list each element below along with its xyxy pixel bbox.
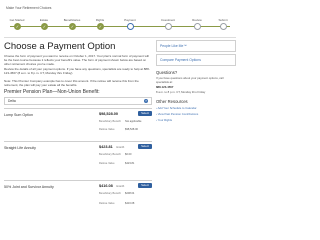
intro-text: Choose the form of payment you want to r…	[4, 54, 149, 66]
pending-step-icon	[193, 23, 201, 30]
check-icon: ✓	[40, 23, 48, 30]
payment-option-joint-survivor: 50% Joint and Survivor Annuity $416.08 /…	[4, 180, 152, 220]
compare-options-box: Compare Payment Options	[156, 54, 236, 66]
option-row-label: Retiree Value	[99, 162, 115, 165]
option-row-value: $416.08	[125, 202, 135, 205]
step-get-started[interactable]: Get Started ✓	[4, 11, 30, 30]
option-row-label: Retiree Value	[99, 202, 115, 205]
current-step-icon	[126, 23, 134, 30]
option-row-value: $208.04	[125, 192, 135, 195]
payment-option-straight-life: Straight Life Annuity $423.81 /month Sel…	[4, 141, 152, 177]
step-estate[interactable]: Estate ✓	[31, 11, 57, 30]
option-amount: $423.81	[99, 145, 113, 149]
people-like-me-link[interactable]: People Like Me™	[160, 44, 232, 48]
option-row-label: Retiree Value	[99, 128, 115, 131]
resource-link[interactable]: Your Rights	[156, 118, 236, 122]
option-row-value: $423.81	[125, 162, 135, 165]
sidebar: People Like Me™ Compare Payment Options …	[156, 40, 236, 122]
page-title: Choose a Payment Option	[4, 41, 116, 52]
benefit-heading: Premier Pension Plan—Non-Union Benefit:	[4, 89, 100, 95]
help-icon[interactable]: ?	[144, 99, 148, 103]
check-icon: ✓	[96, 23, 104, 30]
option-amount: $98,528.00	[99, 112, 119, 116]
progress-stepper: Get Started ✓ Estate ✓ Beneficiaries ✓ R…	[4, 11, 236, 35]
delta-header: Delta ?	[4, 97, 152, 105]
compare-options-link[interactable]: Compare Payment Options	[160, 58, 232, 62]
step-submit[interactable]: Submit	[210, 11, 236, 30]
option-name: Straight Life Annuity	[4, 146, 36, 150]
check-icon: ✓	[68, 23, 76, 30]
pending-step-icon	[164, 23, 172, 30]
support-phone[interactable]: 888-123-4567	[156, 85, 236, 89]
header-divider	[4, 37, 236, 38]
delta-label: Delta	[8, 99, 16, 103]
option-amount: $416.08	[99, 184, 113, 188]
select-button[interactable]: Select	[138, 111, 152, 116]
step-investment[interactable]: Investment	[155, 11, 181, 30]
questions-heading: Questions?	[156, 70, 178, 75]
option-row-label: Beneficiary Benefit	[99, 120, 121, 123]
option-row-value: $0.00	[125, 153, 132, 156]
select-button[interactable]: Select	[138, 144, 152, 149]
step-beneficiaries[interactable]: Beneficiaries ✓	[59, 11, 85, 30]
option-per: /month	[116, 185, 125, 188]
resource-link[interactable]: Add Your Schedule to Calendar	[156, 106, 236, 110]
option-name: Lump Sum Option	[4, 113, 33, 117]
questions-text: If you have questions about your payment…	[156, 76, 224, 84]
step-payment[interactable]: Payment	[117, 11, 143, 30]
select-button[interactable]: Select	[138, 183, 152, 188]
option-per: /month	[116, 146, 125, 149]
support-hours: 8 a.m. to 8 p.m. CT, Monday thru Friday	[156, 89, 206, 94]
option-row-value: $98,528.00	[125, 128, 138, 131]
people-like-me-box: People Like Me™	[156, 40, 236, 52]
payment-option-lump-sum: Lump Sum Option $98,528.00 Select Benefi…	[4, 108, 152, 138]
app-title: Make Your Retirement Choices	[6, 6, 52, 10]
resource-link[interactable]: View Past Pension Contributions	[156, 112, 236, 116]
intro-note-text: Note: This Premier Company example has t…	[4, 79, 139, 87]
option-name: 50% Joint and Survivor Annuity	[4, 185, 54, 189]
option-row-label: Beneficiary Benefit	[99, 192, 121, 195]
intro-help-text: Review the details of all your payment o…	[4, 67, 150, 75]
step-rights[interactable]: Rights ✓	[87, 11, 113, 30]
resources-heading: Other Resources	[156, 99, 188, 105]
check-icon: ✓	[13, 23, 21, 30]
step-review[interactable]: Review	[184, 11, 210, 30]
option-row-value: Not applicable	[125, 120, 142, 123]
option-row-label: Beneficiary Benefit	[99, 153, 121, 156]
pending-step-icon	[219, 23, 227, 30]
